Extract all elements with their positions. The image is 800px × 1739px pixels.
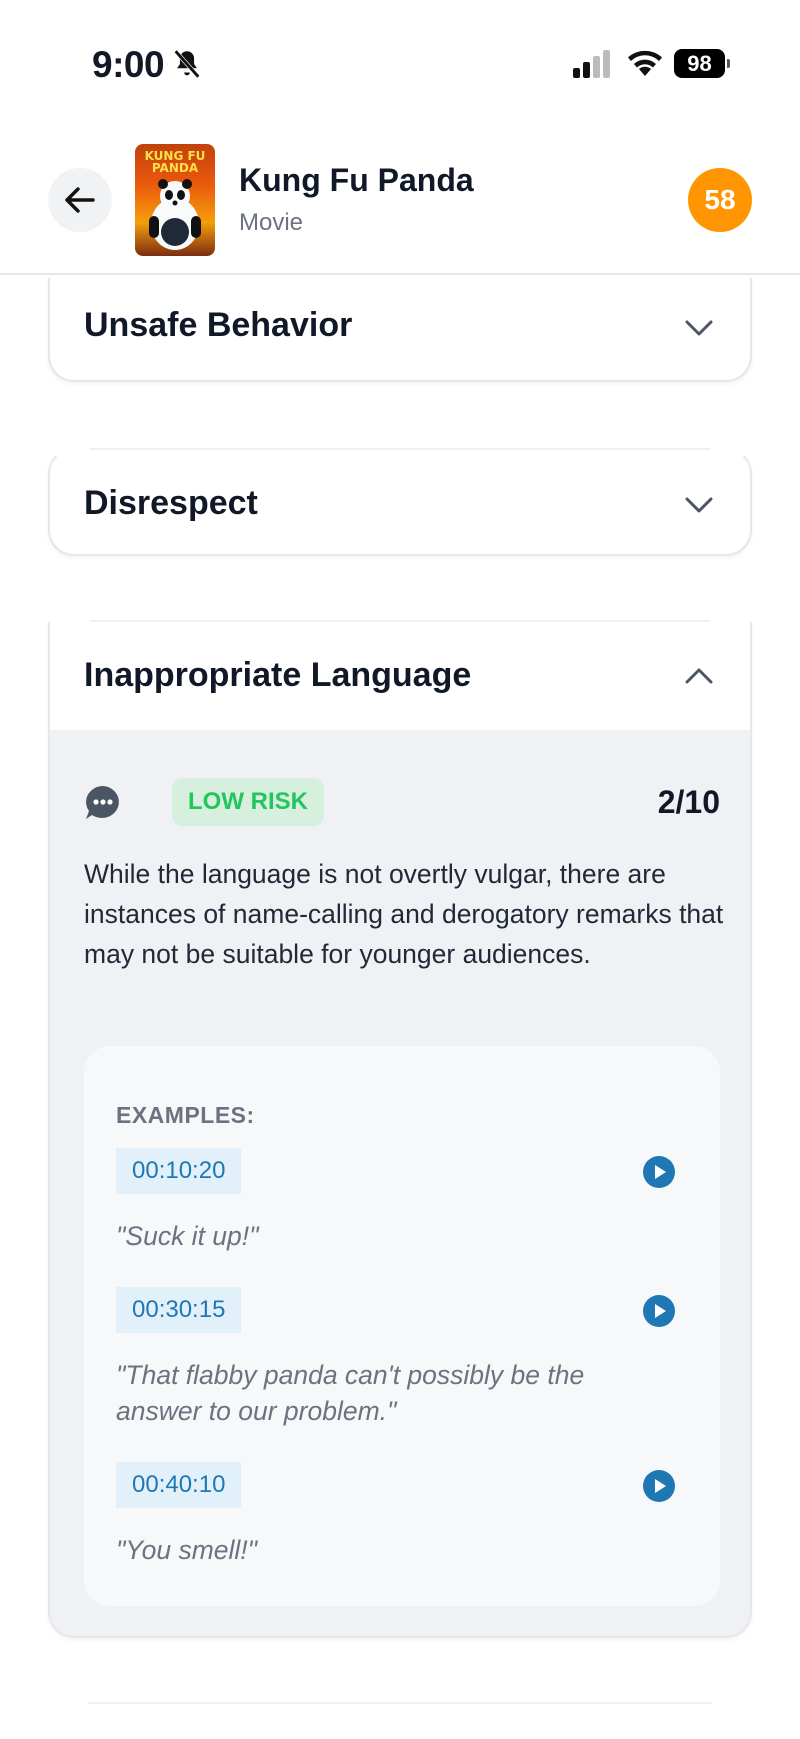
category-header[interactable]: Inappropriate Language xyxy=(50,622,750,730)
category-inappropriate-language: Inappropriate Language LOW RISK 2/10 Whi… xyxy=(48,620,752,1638)
category-unsafe-behavior[interactable]: Unsafe Behavior xyxy=(48,278,752,382)
next-category-edge xyxy=(88,1702,712,1704)
risk-description: While the language is not overtly vulgar… xyxy=(84,859,724,969)
category-title: Inappropriate Language xyxy=(84,656,472,694)
example-quote: "That flabby panda can't possibly be the… xyxy=(116,1360,585,1426)
page-subtitle: Movie xyxy=(239,209,304,236)
status-bar: 9:00 98 xyxy=(0,0,800,130)
panda-icon xyxy=(149,179,201,250)
status-time: 9:00 xyxy=(92,44,165,85)
timestamp-chip[interactable]: 00:30:15 xyxy=(116,1287,242,1333)
back-button[interactable] xyxy=(48,168,112,232)
play-button-icon[interactable] xyxy=(642,1155,676,1189)
risk-row: LOW RISK 2/10 xyxy=(84,778,720,828)
chat-bubble-icon xyxy=(86,786,119,819)
battery-level: 98 xyxy=(674,49,725,78)
timestamp-chip[interactable]: 00:10:20 xyxy=(116,1148,242,1194)
chevron-up-icon[interactable] xyxy=(684,666,714,686)
play-button-icon[interactable] xyxy=(642,1294,676,1328)
bell-slash-icon xyxy=(174,49,200,79)
examples-panel: EXAMPLES: 00:10:20 "Suck it up!" 00:30:1… xyxy=(84,1046,720,1606)
movie-poster[interactable]: KUNG FU PANDA xyxy=(135,144,215,256)
category-title: Disrespect xyxy=(84,484,258,522)
score-badge: 58 xyxy=(688,168,752,232)
wifi-icon xyxy=(628,50,662,76)
category-disrespect[interactable]: Disrespect xyxy=(48,448,752,556)
play-button-icon[interactable] xyxy=(642,1469,676,1503)
poster-title: KUNG FU PANDA xyxy=(144,149,206,175)
arrow-left-icon xyxy=(65,187,95,213)
cellular-signal-icon xyxy=(573,50,610,78)
page-title: Kung Fu Panda xyxy=(239,162,474,198)
app-screen: 9:00 98 KUNG FU PANDA Kung Fu Panda Movi… xyxy=(0,0,800,1739)
battery-icon: 98 xyxy=(674,49,730,78)
example-quote: "You smell!" xyxy=(116,1535,258,1565)
category-title: Unsafe Behavior xyxy=(84,306,353,344)
risk-level-badge: LOW RISK xyxy=(172,778,324,826)
examples-label: EXAMPLES: xyxy=(116,1102,255,1128)
example-quote: "Suck it up!" xyxy=(116,1221,259,1251)
risk-score: 2/10 xyxy=(657,784,720,820)
timestamp-chip[interactable]: 00:40:10 xyxy=(116,1462,242,1508)
title-header: KUNG FU PANDA Kung Fu Panda Movie 58 xyxy=(0,130,800,275)
chevron-down-icon[interactable] xyxy=(684,318,714,338)
chevron-down-icon[interactable] xyxy=(684,495,714,515)
